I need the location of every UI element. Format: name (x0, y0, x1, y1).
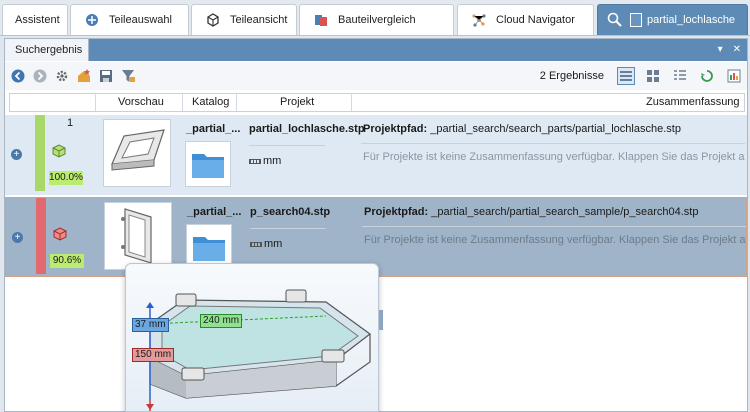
green-cube-icon (51, 143, 67, 159)
tab-label: Bauteilvergleich (338, 14, 416, 26)
list-view-icon[interactable] (617, 67, 635, 85)
dimension-depth: 150 mm (132, 348, 175, 362)
column-header: Vorschau Katalog Projekt Zusammenfassung (9, 93, 745, 112)
expand-icon[interactable]: + (11, 149, 22, 160)
project-name: p_search04.stp (250, 206, 331, 218)
parts-selection-icon (83, 11, 101, 29)
summary-text: Für Projekte ist keine Zusammenfassung v… (364, 234, 746, 246)
ruler-icon (250, 241, 262, 247)
tab-assistent[interactable]: Assistent (2, 4, 68, 35)
export-icon[interactable] (725, 67, 743, 85)
tab-teileansicht[interactable]: Teileansicht (191, 4, 297, 35)
grid-view-icon[interactable] (644, 67, 662, 85)
tab-bauteilvergleich[interactable]: Bauteilvergleich (299, 4, 454, 35)
settings-gear-icon[interactable] (53, 67, 71, 85)
save-icon[interactable] (97, 67, 115, 85)
col-zusammenfassung[interactable]: Zusammenfassung (646, 96, 740, 108)
match-percent: 90.6% (50, 254, 84, 268)
popup-scrollbar[interactable] (379, 310, 383, 330)
tab-label: Assistent (15, 14, 60, 26)
catalog-folder-icon[interactable] (185, 141, 231, 187)
panel-dropdown-icon[interactable]: ▾ (718, 44, 723, 55)
catalog-name: _partial_... (187, 206, 242, 218)
tab-teileauswahl[interactable]: Teileauswahl (70, 4, 189, 35)
panel-tab-suchergebnis[interactable]: Suchergebnis (5, 39, 89, 61)
project-path: Projektpfad: _partial_search/partial_sea… (364, 206, 699, 218)
filter-icon[interactable] (119, 67, 137, 85)
part-view-icon (204, 11, 222, 29)
col-projekt[interactable]: Projekt (280, 96, 314, 108)
tab-label: partial_lochlasche (647, 14, 736, 26)
tab-bar: Assistent Teileauswahl Teileansicht Baut… (0, 0, 750, 36)
toolbar: 2 Ergebnisse (5, 62, 747, 90)
search-result-icon (606, 11, 624, 29)
tab-label: Teileauswahl (109, 14, 172, 26)
detail-view-icon[interactable] (671, 67, 689, 85)
project-path: Projektpfad: _partial_search/search_part… (363, 123, 681, 135)
rank-number: 1 (67, 117, 74, 129)
panel-header: Suchergebnis ▾ ✕ (5, 39, 747, 61)
catalog-name: _partial_... (186, 123, 241, 135)
cloud-navigator-icon (470, 11, 488, 29)
panel-close-icon[interactable]: ✕ (733, 44, 741, 55)
tab-partial-lochlasche[interactable]: partial_lochlasche (597, 4, 748, 35)
home-star-icon[interactable] (75, 67, 93, 85)
match-percent: 100.0% (49, 171, 83, 185)
unit-label: mm (249, 155, 281, 167)
dimension-width: 240 mm (200, 314, 243, 328)
red-cube-icon (52, 226, 68, 242)
preview-popup: 37 mm 240 mm 150 mm (125, 263, 379, 412)
expand-icon[interactable]: + (12, 232, 23, 243)
back-icon[interactable] (9, 67, 27, 85)
ruler-icon (249, 158, 261, 164)
col-katalog[interactable]: Katalog (192, 96, 229, 108)
part-preview-thumbnail[interactable] (104, 202, 172, 270)
3d-part-preview (146, 289, 372, 411)
match-indicator: 90.6% (36, 198, 90, 274)
summary-text: Für Projekte ist keine Zusammenfassung v… (363, 151, 745, 163)
forward-icon[interactable] (31, 67, 49, 85)
col-vorschau[interactable]: Vorschau (118, 96, 164, 108)
project-name: partial_lochlasche.stp (249, 123, 365, 135)
part-preview-thumbnail[interactable] (103, 119, 171, 187)
document-icon (630, 13, 642, 27)
panel-title: Suchergebnis (15, 44, 83, 56)
tab-cloud-navigator[interactable]: Cloud Navigator (457, 4, 594, 35)
refresh-icon[interactable] (698, 67, 716, 85)
tab-label: Cloud Navigator (496, 14, 575, 26)
result-row[interactable]: + 1 100.0% _partial_... partial_lochlasc… (5, 115, 747, 195)
match-indicator: 1 100.0% (35, 115, 89, 191)
result-count: 2 Ergebnisse (539, 70, 604, 82)
tab-label: Teileansicht (230, 14, 288, 26)
unit-label: mm (250, 238, 282, 250)
compare-icon (312, 11, 330, 29)
dimension-height: 37 mm (132, 318, 169, 332)
